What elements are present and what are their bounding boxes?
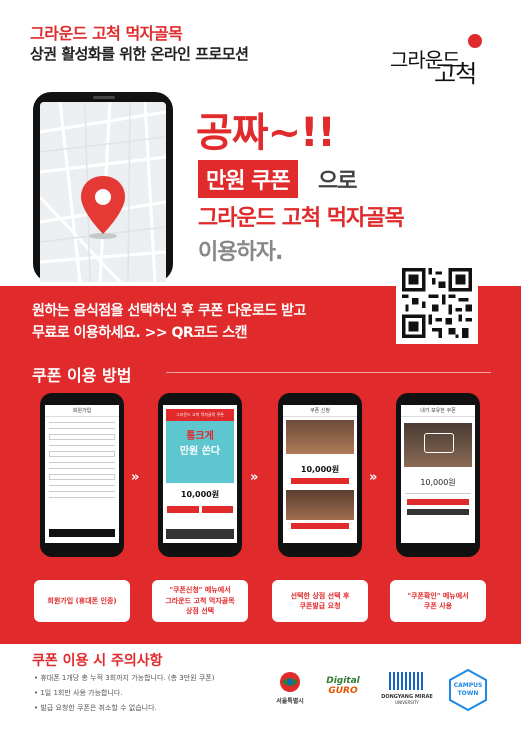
- digital-guro-logo: Digital GURO: [318, 676, 368, 696]
- seoul-emblem-icon: [280, 672, 300, 692]
- step3-caption-line: 선택한 상점 선택 후: [290, 591, 350, 600]
- step1-caption: 회원가입 (휴대폰 인증): [34, 580, 130, 622]
- seoul-logo: 서울특별시: [270, 670, 310, 705]
- headline-coupon-rest: 으로: [318, 169, 357, 194]
- step3-caption: 선택한 상점 선택 후 쿠폰발급 요청: [272, 580, 368, 622]
- step4-screen-amount: 10,000원: [420, 478, 456, 487]
- promo-subtitle: 상권 활성화를 위한 온라인 프로모션: [30, 45, 249, 63]
- step2-screen: 그라운드 고척 먹자골목 쿠폰 통크게 만원 쏜다 10,000원: [163, 405, 237, 543]
- phone-speaker: [93, 96, 115, 99]
- step2-phone: 그라운드 고척 먹자골목 쿠폰 통크게 만원 쏜다 10,000원: [158, 393, 242, 557]
- hero-map-screen: [40, 102, 166, 282]
- headline-district-name: 그라운드 고척 먹자골목: [198, 206, 405, 231]
- headline-use: 이용하자.: [198, 240, 283, 265]
- caution-title: 쿠폰 이용 시 주의사항: [32, 653, 163, 669]
- caution-item: • 휴대폰 1개당 총 누적 3회까지 가능합니다. (총 3만원 쿠폰): [34, 674, 215, 682]
- step4-caption: "쿠폰확인" 메뉴에서 쿠폰 사용: [390, 580, 486, 622]
- step4-caption-line: 쿠폰 사용: [423, 602, 453, 610]
- step3-caption-line: 쿠폰발급 요청: [299, 602, 341, 610]
- chevron-double-right-icon: »: [131, 470, 140, 485]
- step3-screen: 쿠폰 신청 10,000원: [283, 405, 357, 543]
- promo-title: 그라운드 고척 먹자골목: [30, 24, 183, 43]
- logo-red-dot: [468, 34, 482, 48]
- caution-item: • 발급 요청한 쿠폰은 취소할 수 없습니다.: [34, 704, 157, 712]
- hero-phone: [33, 92, 173, 282]
- chevron-double-right-icon: »: [250, 470, 259, 485]
- howto-divider: [166, 372, 491, 373]
- digital-guro-text2: GURO: [328, 686, 358, 696]
- step3-screen-amount: 10,000원: [300, 465, 340, 474]
- digital-guro-text1: Digital: [326, 676, 360, 686]
- step2-screen-amount: 10,000원: [180, 490, 220, 499]
- step3-phone: 쿠폰 신청 10,000원: [278, 393, 362, 557]
- step2-screen-big2: 만원 쏜다: [179, 446, 221, 457]
- dongyang-logo: DONGYANG MIRAE UNIVERSITY: [378, 670, 436, 705]
- chevron-double-right-icon: »: [369, 470, 378, 485]
- campus-town-text2: TOWN: [457, 690, 479, 697]
- map-pin-icon: [81, 176, 125, 239]
- brand-logo: 그라운드 고척: [388, 28, 493, 88]
- instruction-line2: 무료로 이용하세요. >> QR코드 스캔: [32, 325, 248, 341]
- step4-screen-title: 내가 보유한 쿠폰: [401, 405, 475, 417]
- instruction-line1: 원하는 음식점을 선택하신 후 쿠폰 다운로드 받고: [32, 303, 306, 319]
- logo-text-line2: 고척: [434, 60, 477, 88]
- howto-title: 쿠폰 이용 방법: [32, 366, 132, 385]
- step1-screen-title: 회원가입: [45, 405, 119, 417]
- step4-phone: 내가 보유한 쿠폰 10,000원: [396, 393, 480, 557]
- qr-code-icon[interactable]: [396, 262, 478, 344]
- step4-screen: 내가 보유한 쿠폰 10,000원: [401, 405, 475, 543]
- step2-caption: "쿠폰신청" 메뉴에서 그라운드 고척 먹자골목 상점 선택: [152, 580, 248, 622]
- step2-screen-top: 그라운드 고척 먹자골목 쿠폰: [166, 409, 234, 421]
- dongyang-emblem-icon: [389, 672, 423, 690]
- step1-phone: 회원가입: [40, 393, 124, 557]
- step2-screen-big1: 통크게: [186, 431, 214, 442]
- dongyang-sub: UNIVERSITY: [395, 700, 419, 705]
- headline-coupon-highlight: 만원 쿠폰: [198, 160, 298, 198]
- step2-caption-line: 상점 선택: [185, 607, 215, 616]
- step1-screen: 회원가입: [45, 405, 119, 543]
- campus-town-text1: CAMPUS: [453, 682, 483, 689]
- step1-caption-line: 회원가입 (휴대폰 인증): [47, 596, 117, 605]
- campus-town-logo: CAMPUS TOWN: [446, 668, 490, 712]
- step4-caption-line: "쿠폰확인" 메뉴에서: [407, 591, 469, 600]
- caution-item: • 1일 1회만 사용 가능합니다.: [34, 689, 123, 697]
- qr-code-graphic: [402, 268, 472, 338]
- step2-caption-line: "쿠폰신청" 메뉴에서: [169, 586, 231, 595]
- step3-screen-title: 쿠폰 신청: [283, 405, 357, 417]
- headline-free: 공짜~!!: [196, 110, 336, 156]
- seoul-logo-text: 서울특별시: [276, 698, 304, 705]
- step2-caption-line: 그라운드 고척 먹자골목: [165, 596, 235, 605]
